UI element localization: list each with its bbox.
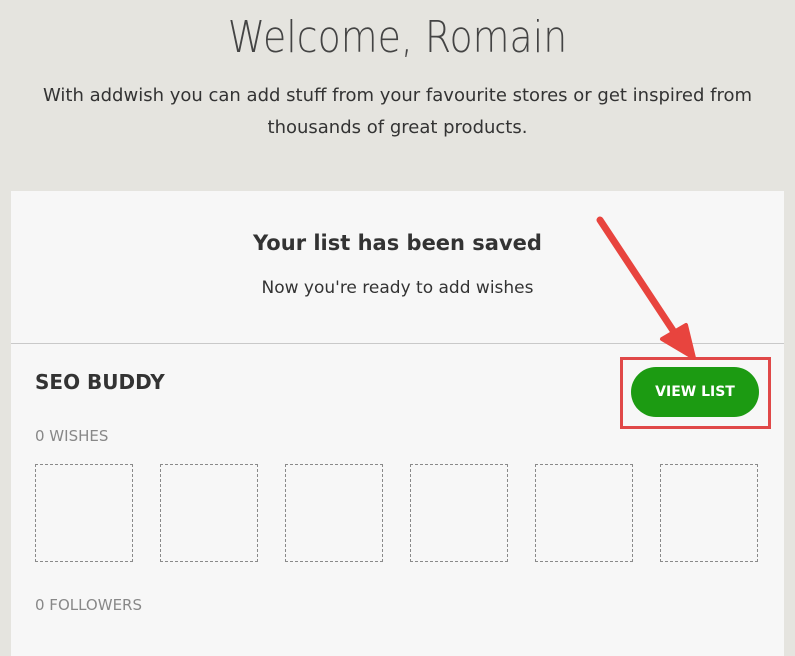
- list-name: SEO BUDDY: [35, 370, 165, 394]
- page-title: Welcome, Romain: [227, 12, 568, 63]
- followers-count: 0 FOLLOWERS: [35, 596, 142, 614]
- list-card: Your list has been saved Now you're read…: [11, 191, 784, 656]
- saved-subtitle: Now you're ready to add wishes: [261, 278, 534, 298]
- divider: [11, 343, 784, 344]
- wish-slot: [160, 464, 258, 562]
- wish-slot: [410, 464, 508, 562]
- page-subtitle: With addwish you can add stuff from your…: [43, 85, 752, 138]
- highlight-box: [620, 357, 771, 429]
- wish-slot: [660, 464, 758, 562]
- wish-count: 0 WISHES: [35, 427, 109, 445]
- wish-slot: [35, 464, 133, 562]
- saved-title: Your list has been saved: [253, 231, 542, 255]
- wish-slot: [285, 464, 383, 562]
- wish-slot: [535, 464, 633, 562]
